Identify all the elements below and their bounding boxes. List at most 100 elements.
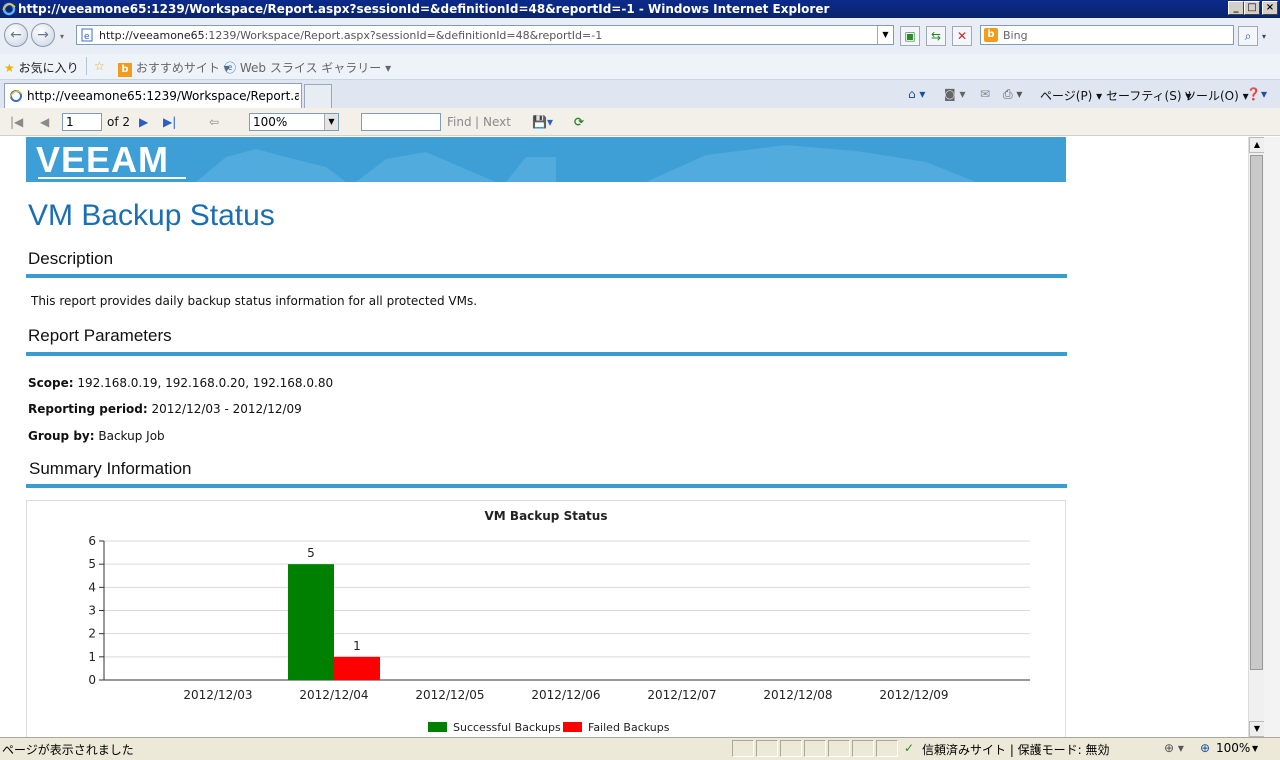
x-tick-label: 2012/12/07 [647, 688, 716, 702]
add-favorite-button[interactable]: ☆ [94, 59, 105, 73]
favorites-bar: ★ お気に入り ☆ b おすすめサイト ▾ ⓔ Web スライス ギャラリー ▾ [0, 54, 1280, 80]
ie-logo-icon [2, 2, 16, 16]
zoom-status-icon[interactable]: ⊕ [1200, 741, 1210, 755]
scroll-down-icon[interactable]: ▼ [1249, 721, 1265, 737]
status-cell [852, 740, 874, 757]
add-favorite-star-icon: ☆ [94, 59, 105, 73]
tab-title: http://veeamone65:1239/Workspace/Report.… [27, 89, 299, 103]
address-dropdown-icon[interactable]: ▼ [877, 26, 893, 44]
report-toolbar: |◀ ◀ 1 of 2 ▶ ▶| ⇦ 100% ▼ Find | Next 💾▾ … [0, 108, 1280, 136]
web-slice-gallery-link[interactable]: ⓔ Web スライス ギャラリー ▾ [224, 59, 391, 76]
url-path: :1239/Workspace/Report.aspx?sessionId=&d… [204, 29, 603, 42]
groupby-label: Group by: [28, 429, 95, 443]
feeds-icon[interactable]: ◙ ▾ [944, 87, 965, 101]
suggested-sites-link[interactable]: b おすすめサイト ▾ [118, 59, 230, 77]
scroll-up-icon[interactable]: ▲ [1249, 137, 1265, 153]
first-page-icon[interactable]: |◀ [10, 115, 23, 129]
bar-data-label: 5 [307, 546, 315, 560]
y-tick-label: 5 [88, 557, 96, 571]
tools-menu[interactable]: ツール(O) ▾ [1184, 87, 1249, 104]
x-tick-label: 2012/12/06 [531, 688, 600, 702]
chart-title: VM Backup Status [485, 509, 608, 523]
y-tick-label: 4 [88, 580, 96, 594]
zoom-select[interactable]: 100% ▼ [249, 113, 339, 131]
zoom-status-text[interactable]: 100% [1216, 741, 1250, 755]
new-tab-button[interactable] [304, 84, 332, 108]
address-input[interactable]: e http://veeamone65:1239/Workspace/Repor… [76, 25, 894, 45]
banner-skyline-graphic [196, 145, 976, 182]
web-slice-icon: ⓔ [224, 61, 237, 75]
favorites-button[interactable]: ★ お気に入り [4, 59, 79, 76]
zoom-status-dropdown-icon[interactable]: ▼ [1252, 744, 1258, 753]
safety-menu[interactable]: セーフティ(S) ▾ [1106, 87, 1191, 104]
url-host: http://veeamone65 [99, 29, 205, 42]
export-icon[interactable]: 💾▾ [532, 115, 553, 129]
find-input[interactable] [361, 113, 441, 131]
legend-swatch [563, 722, 582, 732]
vertical-scrollbar[interactable]: ▲ ▼ [1248, 137, 1265, 737]
bing-icon: b [984, 28, 998, 42]
close-button[interactable]: × [1262, 1, 1278, 15]
search-options-dropdown-icon[interactable]: ▾ [1262, 32, 1266, 41]
zoom-value: 100% [253, 115, 288, 129]
minimize-button[interactable]: _ [1228, 1, 1244, 15]
x-tick-label: 2012/12/05 [415, 688, 484, 702]
search-magnifier-icon[interactable]: ⌕ [1238, 26, 1258, 46]
description-heading: Description [28, 249, 114, 268]
y-tick-label: 3 [88, 604, 96, 618]
forward-button[interactable]: → [31, 23, 55, 47]
help-icon[interactable]: ❓▾ [1246, 87, 1267, 101]
report-title: VM Backup Status [28, 199, 275, 232]
back-button[interactable]: ← [4, 23, 28, 47]
summary-rule [26, 484, 1067, 488]
find-separator: | [475, 115, 480, 129]
description-rule [26, 274, 1067, 278]
find-link[interactable]: Find [447, 115, 472, 129]
period-label: Reporting period: [28, 402, 148, 416]
page-menu[interactable]: ページ(P) ▾ [1040, 87, 1102, 104]
compat-view-icon[interactable]: ▣ [900, 26, 920, 46]
tab-active[interactable]: http://veeamone65:1239/Workspace/Report.… [4, 83, 302, 108]
veeam-banner: VEEAM [26, 137, 1066, 182]
page-icon: e [81, 28, 93, 42]
refresh-icon[interactable]: ⇆ [926, 26, 946, 46]
window-title-bar: http://veeamone65:1239/Workspace/Report.… [0, 0, 1280, 18]
home-icon[interactable]: ⌂ ▾ [908, 87, 925, 101]
scroll-thumb[interactable] [1250, 155, 1263, 670]
status-cell [804, 740, 826, 757]
forward-arrow-icon: → [37, 27, 49, 43]
history-dropdown-icon[interactable]: ▾ [60, 32, 64, 41]
suggested-sites-label: おすすめサイト ▾ [135, 61, 230, 75]
groupby-line: Group by: Backup Job [28, 429, 165, 443]
y-tick-label: 1 [88, 650, 96, 664]
period-line: Reporting period: 2012/12/03 - 2012/12/0… [28, 402, 302, 416]
page-number-input[interactable]: 1 [62, 113, 102, 131]
right-gutter [1264, 137, 1280, 737]
print-icon[interactable]: ⎙ ▾ [1003, 87, 1022, 102]
maximize-button[interactable]: □ [1244, 1, 1260, 15]
scope-value: 192.168.0.19, 192.168.0.20, 192.168.0.80 [77, 376, 334, 390]
next-page-icon[interactable]: ▶ [139, 115, 148, 129]
back-to-parent-icon[interactable]: ⇦ [209, 115, 219, 129]
find-next-link[interactable]: Next [483, 115, 511, 129]
status-cell [780, 740, 802, 757]
y-tick-label: 6 [88, 534, 96, 548]
groupby-value: Backup Job [98, 429, 165, 443]
page-count: of 2 [107, 115, 131, 129]
zoom-dropdown-icon: ▼ [324, 114, 338, 130]
scope-line: Scope: 192.168.0.19, 192.168.0.20, 192.1… [28, 376, 333, 390]
mail-icon[interactable]: ✉ [980, 87, 990, 101]
scope-label: Scope: [28, 376, 74, 390]
security-zone-icon[interactable]: ⊕ ▾ [1164, 741, 1184, 755]
prev-page-icon[interactable]: ◀ [40, 115, 49, 129]
status-cell [876, 740, 898, 757]
back-arrow-icon: ← [10, 27, 22, 43]
bing-small-icon: b [118, 63, 132, 77]
last-page-icon[interactable]: ▶| [163, 115, 176, 129]
zone-text[interactable]: 信頼済みサイト | 保護モード: 無効 [922, 741, 1110, 758]
description-text: This report provides daily backup status… [31, 294, 478, 308]
veeam-logo: VEEAM [36, 139, 170, 180]
report-refresh-icon[interactable]: ⟳ [574, 115, 584, 129]
search-input[interactable]: b Bing [980, 25, 1234, 45]
stop-icon[interactable]: ✕ [952, 26, 972, 46]
